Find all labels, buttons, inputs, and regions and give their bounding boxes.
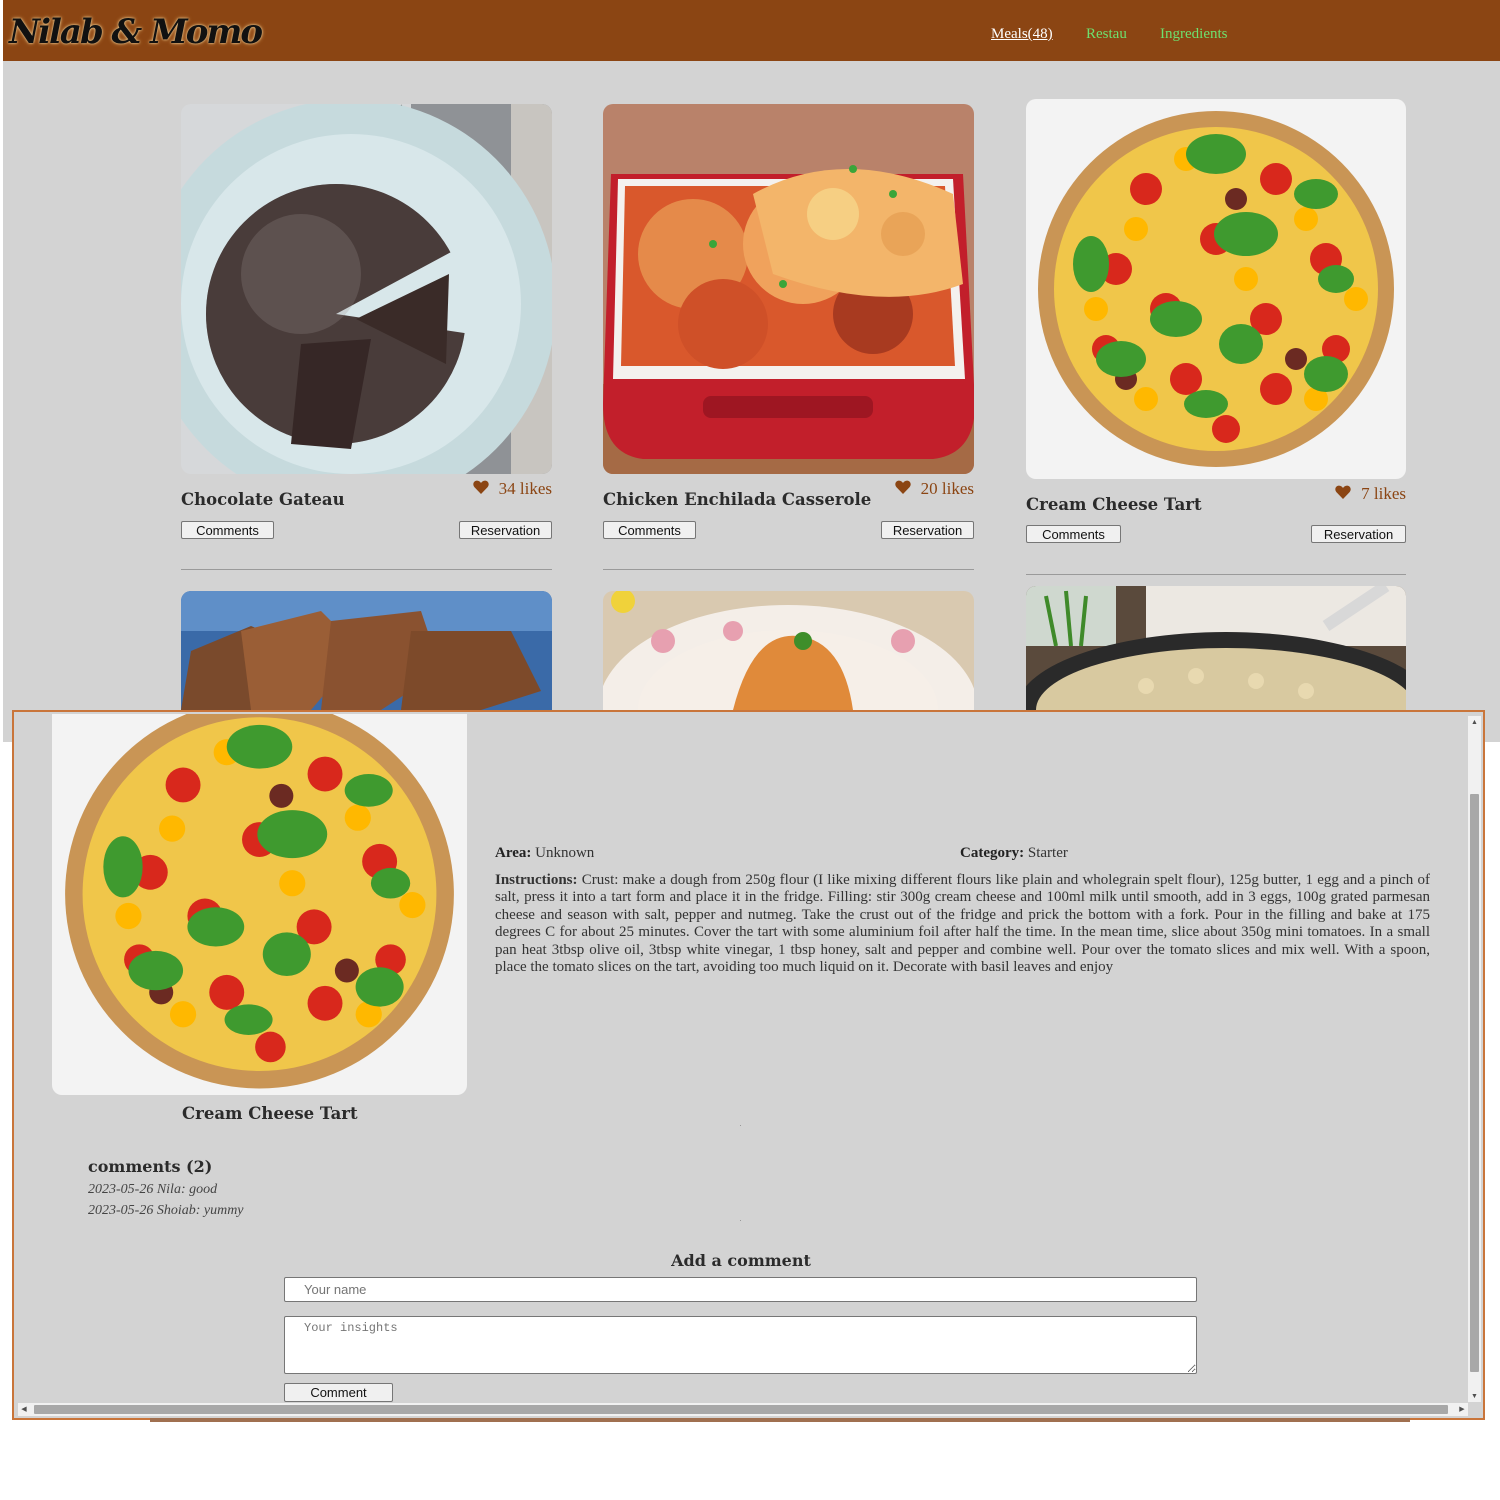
- comment-submit-button[interactable]: Comment: [284, 1383, 393, 1402]
- meal-image-cream-cheese-tart: [1026, 99, 1406, 479]
- meal-image: [181, 591, 552, 710]
- decorative-dot: [740, 1220, 741, 1221]
- meal-image-chicken-enchilada-casserole: [603, 104, 974, 474]
- card-divider: [603, 569, 974, 570]
- nav-meals-link[interactable]: Meals(48): [991, 26, 1053, 43]
- vertical-scrollbar[interactable]: ▲ ▼: [1468, 716, 1481, 1402]
- category-label: Category:: [960, 845, 1025, 861]
- insights-textarea[interactable]: [284, 1316, 1197, 1374]
- scrollbar-thumb[interactable]: [1470, 794, 1479, 1372]
- instructions-body: Crust: make a dough from 250g flour (I l…: [495, 872, 1431, 976]
- reservation-button[interactable]: Reservation: [459, 521, 552, 539]
- likes-text: 20 likes: [920, 479, 974, 498]
- scrollbar-thumb[interactable]: [34, 1405, 1448, 1414]
- comment-item: 2023-05-26 Shoiab: yummy: [88, 1203, 244, 1218]
- meal-image: [1026, 586, 1406, 710]
- meal-title: Cream Cheese Tart: [1026, 495, 1202, 514]
- meal-card: Chocolate Gateau 34 likes Comments Reser…: [181, 104, 552, 574]
- comments-heading: comments (2): [88, 1157, 213, 1176]
- comments-button[interactable]: Comments: [1026, 525, 1121, 543]
- meal-card: Chicken Enchilada Casserole 20 likes Com…: [603, 104, 974, 574]
- meal-title: Chicken Enchilada Casserole: [603, 490, 872, 509]
- scroll-arrow-right-icon[interactable]: ▶: [1456, 1403, 1468, 1416]
- category-value: Starter: [1027, 845, 1068, 861]
- comment-item: 2023-05-26 Nila: good: [88, 1182, 218, 1197]
- decorative-dot: [740, 1125, 741, 1126]
- reservation-button[interactable]: Reservation: [881, 521, 974, 539]
- likes-text: 7 likes: [1361, 484, 1406, 503]
- horizontal-scrollbar[interactable]: ◀ ▶: [18, 1403, 1468, 1416]
- meal-card: Cream Cheese Tart 7 likes Comments Reser…: [1026, 99, 1406, 579]
- popup-meal-title: Cream Cheese Tart: [182, 1104, 358, 1123]
- likes-text: 34 likes: [498, 479, 552, 498]
- popup-meal-image: [52, 714, 467, 1095]
- meal-title: Chocolate Gateau: [181, 490, 345, 509]
- scroll-arrow-up-icon[interactable]: ▲: [1468, 716, 1481, 728]
- site-logo[interactable]: Nilab & Momo: [9, 12, 263, 52]
- meal-image: [603, 591, 974, 710]
- nav-ingredients-link[interactable]: Ingredients: [1160, 26, 1227, 43]
- add-comment-heading: Add a comment: [671, 1251, 811, 1270]
- likes-count: 34 likes: [472, 479, 552, 499]
- reservation-button[interactable]: Reservation: [1311, 525, 1406, 543]
- instructions-label: Instructions:: [495, 872, 578, 888]
- card-divider: [1026, 574, 1406, 575]
- area-label: Area:: [495, 845, 532, 861]
- meal-card: [181, 591, 552, 710]
- scroll-arrow-left-icon[interactable]: ◀: [18, 1403, 30, 1416]
- category-info: Category: Starter: [960, 845, 1068, 862]
- top-navbar: Nilab & Momo Meals(48) Restau Ingredient…: [3, 0, 1500, 61]
- likes-count: 7 likes: [1335, 484, 1406, 504]
- heart-icon[interactable]: [472, 479, 489, 499]
- instructions-text: Instructions: Crust: make a dough from 2…: [495, 872, 1430, 976]
- meal-card: [603, 591, 974, 710]
- background-strip: [150, 1418, 1410, 1422]
- name-input[interactable]: [284, 1277, 1197, 1302]
- nav-restau-link[interactable]: Restau: [1086, 26, 1127, 43]
- card-divider: [181, 569, 552, 570]
- heart-icon[interactable]: [894, 479, 911, 499]
- scroll-arrow-down-icon[interactable]: ▼: [1468, 1390, 1481, 1402]
- area-info: Area: Unknown: [495, 845, 594, 862]
- meal-card: [1026, 586, 1406, 710]
- meal-image-chocolate-gateau: [181, 104, 552, 474]
- likes-count: 20 likes: [894, 479, 974, 499]
- heart-icon[interactable]: [1335, 484, 1351, 504]
- comments-button[interactable]: Comments: [181, 521, 274, 539]
- area-value: Unknown: [535, 845, 595, 861]
- comments-button[interactable]: Comments: [603, 521, 696, 539]
